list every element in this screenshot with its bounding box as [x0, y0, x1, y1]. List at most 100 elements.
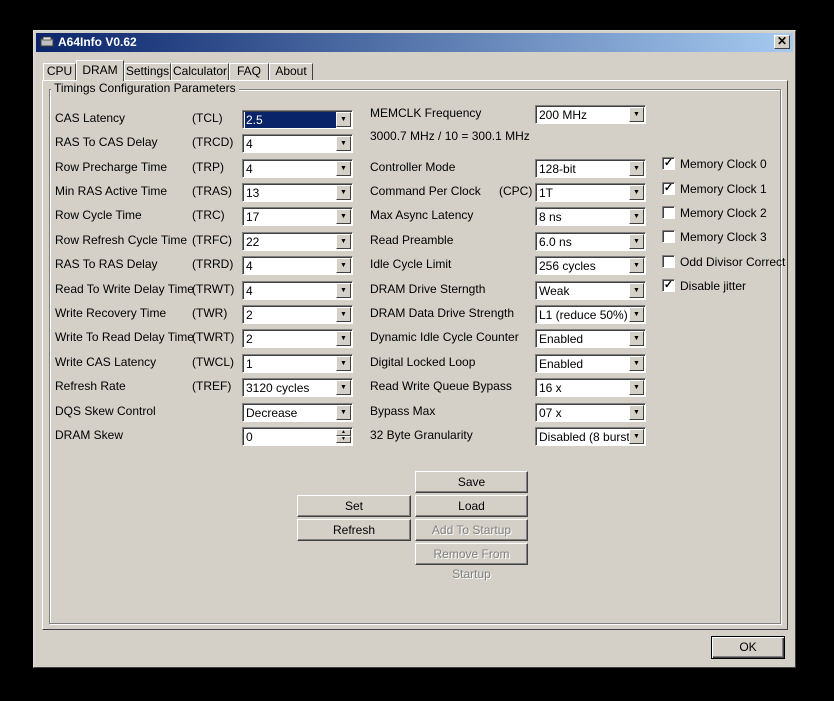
param-label-11: Refresh Rate	[55, 379, 126, 393]
dropdown-arrow-icon[interactable]: ▼	[629, 209, 644, 224]
right-param-combo-0[interactable]: 128-bit ▼	[535, 159, 646, 178]
dropdown-arrow-icon[interactable]: ▼	[336, 331, 351, 346]
left-param-combo-8[interactable]: 2 ▼	[242, 305, 353, 324]
left-param-combo-7[interactable]: 4 ▼	[242, 281, 353, 300]
left-param-combo-2[interactable]: 4 ▼	[242, 159, 353, 178]
left-param-combo-5[interactable]: 22 ▼	[242, 232, 353, 251]
checkbox-odd-divisor-correct[interactable]	[662, 255, 675, 268]
check-icon: ✓	[663, 157, 674, 169]
left-param-combo-0[interactable]: 2.5 ▼	[242, 110, 353, 129]
remove-from-startup-button[interactable]: Remove From Startup	[415, 543, 528, 581]
right-param-combo-5[interactable]: Weak ▼	[535, 281, 646, 300]
dropdown-arrow-icon[interactable]: ▼	[336, 185, 351, 200]
dropdown-arrow-icon[interactable]: ▼	[336, 234, 351, 249]
tab-about[interactable]: About	[269, 63, 313, 80]
left-param-combo-9[interactable]: 2 ▼	[242, 329, 353, 348]
dropdown-arrow-icon[interactable]: ▼	[629, 380, 644, 395]
dropdown-arrow-icon[interactable]: ▼	[336, 112, 351, 127]
right-param-combo-1[interactable]: 1T ▼	[535, 183, 646, 202]
tab-dram[interactable]: DRAM	[76, 60, 124, 81]
right-param-combo-9[interactable]: 16 x ▼	[535, 378, 646, 397]
param-abbr-0: (TCL)	[192, 111, 223, 125]
left-param-combo-7-value: 4	[246, 284, 253, 298]
dropdown-arrow-icon[interactable]: ▼	[336, 356, 351, 371]
spin-up-icon[interactable]: ▲	[336, 429, 351, 436]
title-bar[interactable]: A64Info V0.62 ✕	[36, 33, 793, 52]
right-param-combo-7[interactable]: Enabled ▼	[535, 329, 646, 348]
right-param-combo-4[interactable]: 256 cycles ▼	[535, 256, 646, 275]
right-param-combo-11[interactable]: Disabled (8 bursts) ▼	[535, 427, 646, 446]
spinner-buttons[interactable]: ▲ ▼	[336, 429, 351, 444]
checkbox-memory-clock-2[interactable]	[662, 206, 675, 219]
left-param-combo-3-value: 13	[246, 186, 260, 200]
dropdown-arrow-icon[interactable]: ▼	[336, 405, 351, 420]
dropdown-arrow-icon[interactable]: ▼	[629, 429, 644, 444]
param-label-6: RAS To RAS Delay	[55, 257, 158, 271]
checkbox-disable-jitter[interactable]: ✓	[662, 279, 675, 292]
left-param-combo-0-value: 2.5	[245, 112, 336, 128]
right-param-combo-6[interactable]: L1 (reduce 50%) ▼	[535, 305, 646, 324]
dropdown-arrow-icon[interactable]: ▼	[629, 161, 644, 176]
param-abbr-1: (TRCD)	[192, 135, 234, 149]
close-button[interactable]: ✕	[774, 35, 790, 49]
tab-settings[interactable]: Settings	[124, 63, 171, 80]
add-to-startup-button[interactable]: Add To Startup	[415, 519, 528, 541]
left-param-combo-4-value: 17	[246, 210, 260, 224]
right-param-combo-10[interactable]: 07 x ▼	[535, 403, 646, 422]
left-param-combo-10[interactable]: 1 ▼	[242, 354, 353, 373]
ok-button[interactable]: OK	[711, 636, 785, 659]
right-param-combo-2[interactable]: 8 ns ▼	[535, 207, 646, 226]
left-param-combo-1-value: 4	[246, 137, 253, 151]
dropdown-arrow-icon[interactable]: ▼	[629, 258, 644, 273]
memclk-combo[interactable]: 200 MHz ▼	[535, 105, 646, 124]
checkbox-memory-clock-3[interactable]	[662, 230, 675, 243]
window-title: A64Info V0.62	[58, 35, 137, 49]
dropdown-arrow-icon[interactable]: ▼	[629, 307, 644, 322]
right-param-combo-8[interactable]: Enabled ▼	[535, 354, 646, 373]
dropdown-arrow-icon[interactable]: ▼	[629, 331, 644, 346]
right-param-abbr-1: (CPC)	[499, 184, 533, 198]
checkbox-memory-clock-0[interactable]: ✓	[662, 157, 675, 170]
left-param-combo-11[interactable]: 3120 cycles ▼	[242, 378, 353, 397]
check-icon: ✓	[663, 182, 674, 194]
right-param-label-3: Read Preamble	[370, 233, 454, 247]
dropdown-arrow-icon[interactable]: ▼	[336, 209, 351, 224]
dropdown-arrow-icon[interactable]: ▼	[629, 234, 644, 249]
set-button[interactable]: Set	[297, 495, 411, 517]
right-param-label-8: Digital Locked Loop	[370, 355, 476, 369]
right-param-label-6: DRAM Data Drive Strength	[370, 306, 515, 320]
dropdown-arrow-icon[interactable]: ▼	[629, 185, 644, 200]
left-param-combo-13[interactable]: 0 ▲ ▼	[242, 427, 353, 446]
checkbox-label-3: Memory Clock 3	[680, 230, 767, 244]
checkbox-label-2: Memory Clock 2	[680, 206, 767, 220]
dropdown-arrow-icon[interactable]: ▼	[629, 107, 644, 122]
dropdown-arrow-icon[interactable]: ▼	[336, 283, 351, 298]
checkbox-label-5: Disable jitter	[680, 279, 747, 293]
dropdown-arrow-icon[interactable]: ▼	[336, 380, 351, 395]
left-param-combo-6[interactable]: 4 ▼	[242, 256, 353, 275]
dropdown-arrow-icon[interactable]: ▼	[336, 136, 351, 151]
tab-faq[interactable]: FAQ	[229, 63, 269, 80]
tab-calculator[interactable]: Calculator	[171, 63, 229, 80]
left-param-combo-4[interactable]: 17 ▼	[242, 207, 353, 226]
dropdown-arrow-icon[interactable]: ▼	[336, 161, 351, 176]
param-abbr-9: (TWRT)	[192, 330, 235, 344]
param-label-1: RAS To CAS Delay	[55, 135, 158, 149]
spin-down-icon[interactable]: ▼	[336, 436, 351, 443]
dropdown-arrow-icon[interactable]: ▼	[336, 258, 351, 273]
tab-cpu[interactable]: CPU	[43, 63, 76, 80]
left-param-combo-3[interactable]: 13 ▼	[242, 183, 353, 202]
right-param-combo-3[interactable]: 6.0 ns ▼	[535, 232, 646, 251]
right-param-combo-5-value: Weak	[539, 284, 570, 298]
left-param-combo-12[interactable]: Decrease ▼	[242, 403, 353, 422]
dropdown-arrow-icon[interactable]: ▼	[629, 405, 644, 420]
left-param-combo-1[interactable]: 4 ▼	[242, 134, 353, 153]
load-button[interactable]: Load	[415, 495, 528, 517]
dropdown-arrow-icon[interactable]: ▼	[629, 356, 644, 371]
save-button[interactable]: Save	[415, 471, 528, 493]
right-param-combo-3-value: 6.0 ns	[539, 235, 572, 249]
dropdown-arrow-icon[interactable]: ▼	[336, 307, 351, 322]
refresh-button[interactable]: Refresh	[297, 519, 411, 541]
checkbox-memory-clock-1[interactable]: ✓	[662, 182, 675, 195]
dropdown-arrow-icon[interactable]: ▼	[629, 283, 644, 298]
